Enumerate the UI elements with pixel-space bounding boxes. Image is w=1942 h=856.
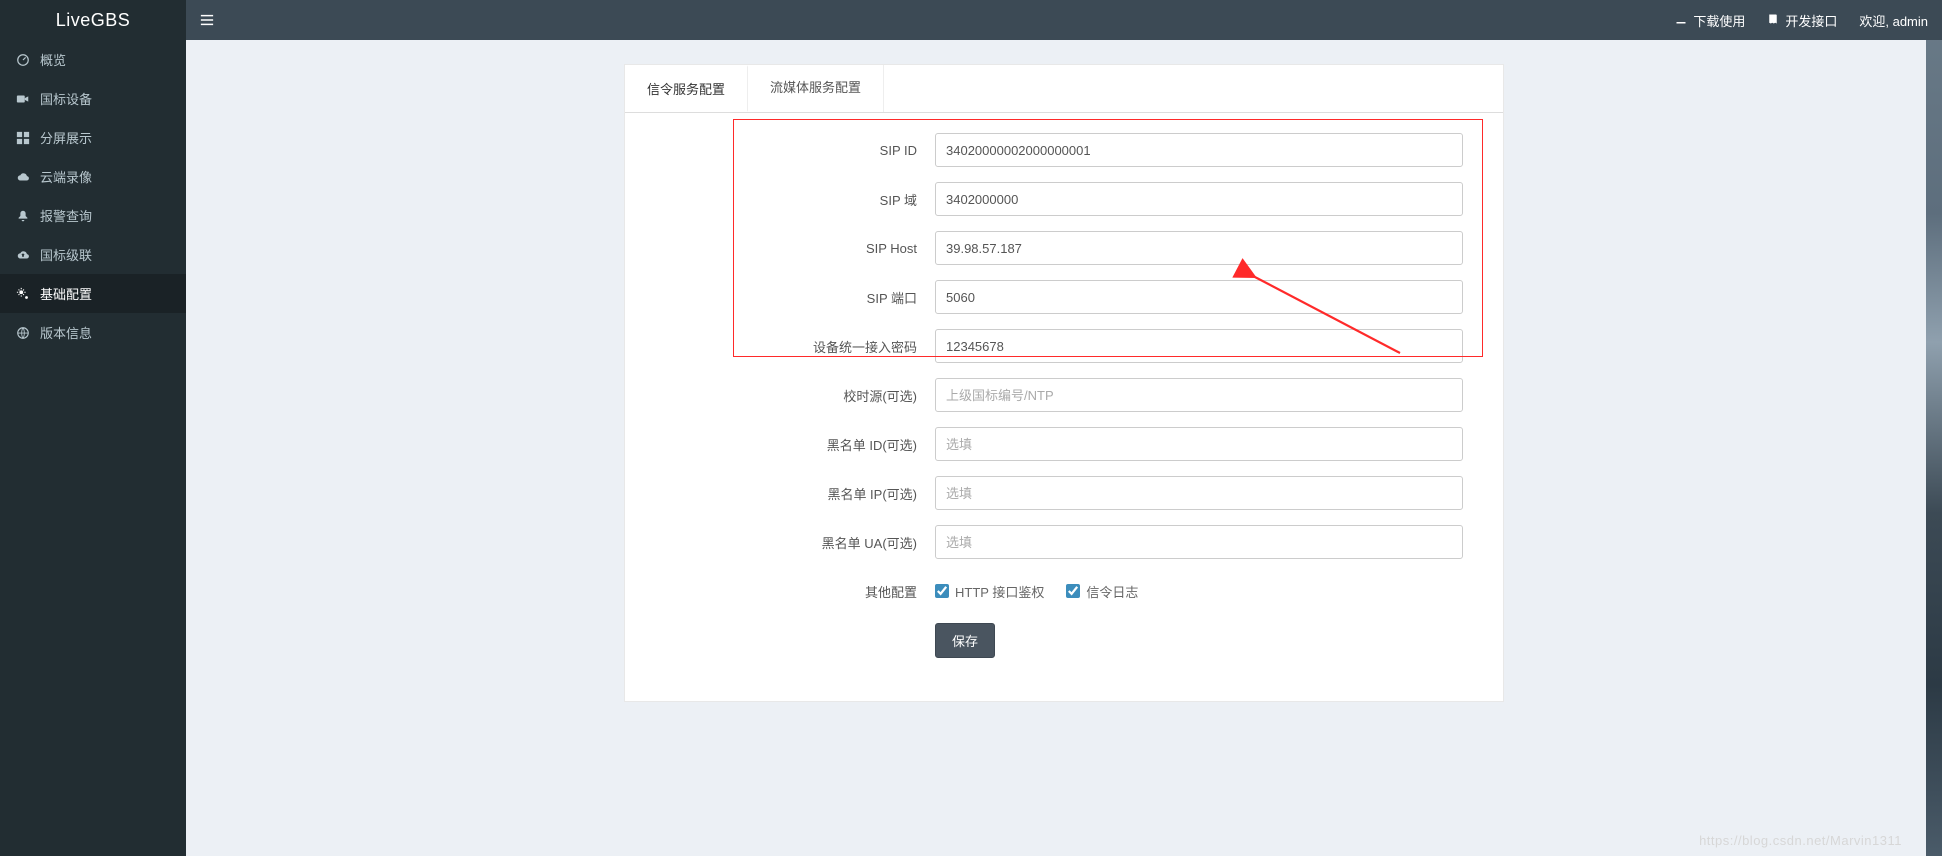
checkbox-http-auth[interactable]: HTTP 接口鉴权 xyxy=(935,582,1044,601)
config-form: SIP ID SIP 域 SIP Host SIP 端口 设备统一接入密码 校时… xyxy=(625,113,1503,701)
label-device-pwd: 设备统一接入密码 xyxy=(635,337,935,356)
row-sip-host: SIP Host xyxy=(635,231,1463,265)
input-blacklist-ua[interactable] xyxy=(935,525,1463,559)
watermark: https://blog.csdn.net/Marvin1311 xyxy=(1699,833,1902,848)
label-sip-port: SIP 端口 xyxy=(635,288,935,307)
checkbox-siplog-label: 信令日志 xyxy=(1086,582,1138,601)
nav-label: 国标级联 xyxy=(40,245,92,264)
sidebar: LiveGBS 概览 国标设备 分屏展示 云端录像 报警查询 国标级联 基础配置 xyxy=(0,0,186,856)
row-time-src: 校时源(可选) xyxy=(635,378,1463,412)
row-blacklist-ua: 黑名单 UA(可选) xyxy=(635,525,1463,559)
tab-signaling[interactable]: 信令服务配置 xyxy=(625,65,748,112)
tab-bar: 信令服务配置 流媒体服务配置 xyxy=(625,65,1503,113)
book-icon xyxy=(1767,13,1779,28)
label-time-src: 校时源(可选) xyxy=(635,386,935,405)
input-blacklist-id[interactable] xyxy=(935,427,1463,461)
checkbox-http-auth-label: HTTP 接口鉴权 xyxy=(955,582,1044,601)
cloud-icon xyxy=(16,170,30,184)
hamburger-icon[interactable] xyxy=(200,13,214,27)
label-blacklist-ua: 黑名单 UA(可选) xyxy=(635,533,935,552)
cogs-icon xyxy=(16,287,30,301)
api-label: 开发接口 xyxy=(1785,11,1837,30)
nav-label: 云端录像 xyxy=(40,167,92,186)
nav-cascade[interactable]: 国标级联 xyxy=(0,235,186,274)
nav-cloud-record[interactable]: 云端录像 xyxy=(0,157,186,196)
nav-devices[interactable]: 国标设备 xyxy=(0,79,186,118)
label-sip-host: SIP Host xyxy=(635,241,935,256)
input-sip-host[interactable] xyxy=(935,231,1463,265)
api-link[interactable]: 开发接口 xyxy=(1767,11,1837,30)
download-icon xyxy=(1675,13,1687,28)
input-time-src[interactable] xyxy=(935,378,1463,412)
row-blacklist-id: 黑名单 ID(可选) xyxy=(635,427,1463,461)
download-link[interactable]: 下载使用 xyxy=(1675,11,1745,30)
row-sip-domain: SIP 域 xyxy=(635,182,1463,216)
label-other: 其他配置 xyxy=(635,582,935,601)
bell-icon xyxy=(16,209,30,223)
nav-label: 国标设备 xyxy=(40,89,92,108)
row-save: 保存 xyxy=(635,623,1463,658)
main-content: 信令服务配置 流媒体服务配置 SIP ID SIP 域 SIP Host SIP… xyxy=(186,40,1942,726)
row-blacklist-ip: 黑名单 IP(可选) xyxy=(635,476,1463,510)
nav-label: 分屏展示 xyxy=(40,128,92,147)
topbar: 下载使用 开发接口 欢迎, admin xyxy=(186,0,1942,40)
nav-label: 报警查询 xyxy=(40,206,92,225)
config-panel: 信令服务配置 流媒体服务配置 SIP ID SIP 域 SIP Host SIP… xyxy=(624,64,1504,702)
row-device-pwd: 设备统一接入密码 xyxy=(635,329,1463,363)
input-sip-id[interactable] xyxy=(935,133,1463,167)
save-button[interactable]: 保存 xyxy=(935,623,995,658)
welcome-text: 欢迎, admin xyxy=(1859,11,1928,30)
nav-split[interactable]: 分屏展示 xyxy=(0,118,186,157)
camera-icon xyxy=(16,92,30,106)
nav-config[interactable]: 基础配置 xyxy=(0,274,186,313)
nav-label: 基础配置 xyxy=(40,284,92,303)
checkbox-siplog[interactable]: 信令日志 xyxy=(1066,582,1138,601)
cloud-up-icon xyxy=(16,248,30,262)
app-logo: LiveGBS xyxy=(0,0,186,40)
input-sip-domain[interactable] xyxy=(935,182,1463,216)
right-gutter xyxy=(1926,0,1942,856)
label-blacklist-ip: 黑名单 IP(可选) xyxy=(635,484,935,503)
row-sip-port: SIP 端口 xyxy=(635,280,1463,314)
nav-list: 概览 国标设备 分屏展示 云端录像 报警查询 国标级联 基础配置 版本信息 xyxy=(0,40,186,352)
globe-icon xyxy=(16,326,30,340)
label-blacklist-id: 黑名单 ID(可选) xyxy=(635,435,935,454)
row-other: 其他配置 HTTP 接口鉴权 信令日志 xyxy=(635,574,1463,608)
input-blacklist-ip[interactable] xyxy=(935,476,1463,510)
nav-label: 版本信息 xyxy=(40,323,92,342)
nav-label: 概览 xyxy=(40,50,66,69)
grid-icon xyxy=(16,131,30,145)
nav-overview[interactable]: 概览 xyxy=(0,40,186,79)
input-sip-port[interactable] xyxy=(935,280,1463,314)
dashboard-icon xyxy=(16,53,30,67)
nav-alarm[interactable]: 报警查询 xyxy=(0,196,186,235)
user-link[interactable]: 欢迎, admin xyxy=(1859,11,1928,30)
input-device-pwd[interactable] xyxy=(935,329,1463,363)
nav-version[interactable]: 版本信息 xyxy=(0,313,186,352)
row-sip-id: SIP ID xyxy=(635,133,1463,167)
topbar-right: 下载使用 开发接口 欢迎, admin xyxy=(1675,11,1928,30)
label-sip-id: SIP ID xyxy=(635,143,935,158)
checkbox-siplog-input[interactable] xyxy=(1066,584,1080,598)
tab-media[interactable]: 流媒体服务配置 xyxy=(748,65,884,112)
label-sip-domain: SIP 域 xyxy=(635,190,935,209)
checkbox-http-auth-input[interactable] xyxy=(935,584,949,598)
download-label: 下载使用 xyxy=(1693,11,1745,30)
